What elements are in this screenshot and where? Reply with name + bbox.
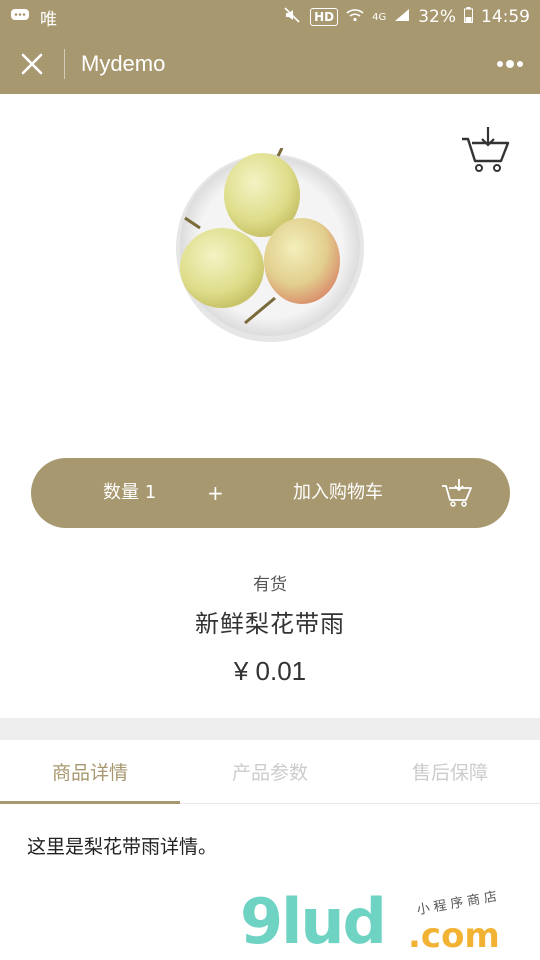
tab-after-sales[interactable]: 售后保障 [360, 740, 540, 803]
status-bar: 唯 HD 4G 32% 14:59 [0, 0, 540, 34]
cart-download-icon [462, 127, 510, 172]
detail-text: 这里是梨花带雨详情。 [27, 836, 218, 858]
product-name: 新鲜梨花带雨 [195, 610, 345, 638]
battery-icon [464, 6, 473, 28]
watermark-suffix: .com [408, 916, 500, 956]
hd-badge: HD [310, 8, 339, 26]
quantity-label: 数量 1 [103, 482, 157, 503]
stock-status: 有货 [253, 575, 287, 595]
watermark-subtitle: 小程序商店 [415, 888, 503, 919]
carrier-label: 唯 [40, 9, 57, 30]
quantity-plus-button[interactable]: + [207, 458, 224, 528]
battery-level: 32% [418, 7, 456, 27]
add-to-cart-button[interactable]: 加入购物车 [293, 458, 383, 528]
pears-on-plate-icon [176, 147, 364, 342]
wifi-icon [346, 7, 364, 27]
close-button[interactable] [0, 34, 64, 94]
detail-tabs: 商品详情 产品参数 售后保障 [0, 740, 540, 804]
chat-icon [10, 7, 30, 28]
watermark-main: 9lud [240, 885, 387, 958]
product-price: ¥ 0.01 [233, 656, 307, 686]
cart-button[interactable] [458, 124, 514, 176]
section-divider [0, 718, 540, 740]
mute-icon [284, 6, 302, 28]
signal-icon [394, 7, 410, 27]
clock: 14:59 [481, 7, 530, 27]
product-image [170, 147, 370, 348]
add-cart-icon[interactable] [441, 478, 473, 508]
nav-divider [64, 49, 65, 79]
watermark-logo: 9lud 小程序商店 .com [240, 885, 530, 958]
page-title: Mydemo [81, 51, 166, 76]
action-bar: 数量 1 + 加入购物车 [31, 458, 510, 528]
network-type: 4G [372, 11, 387, 23]
more-button[interactable] [480, 34, 540, 94]
navbar: Mydemo [0, 34, 540, 94]
tab-product-details[interactable]: 商品详情 [0, 740, 180, 804]
more-icon [497, 60, 523, 68]
tab-product-params[interactable]: 产品参数 [180, 740, 360, 803]
close-icon [21, 53, 43, 75]
